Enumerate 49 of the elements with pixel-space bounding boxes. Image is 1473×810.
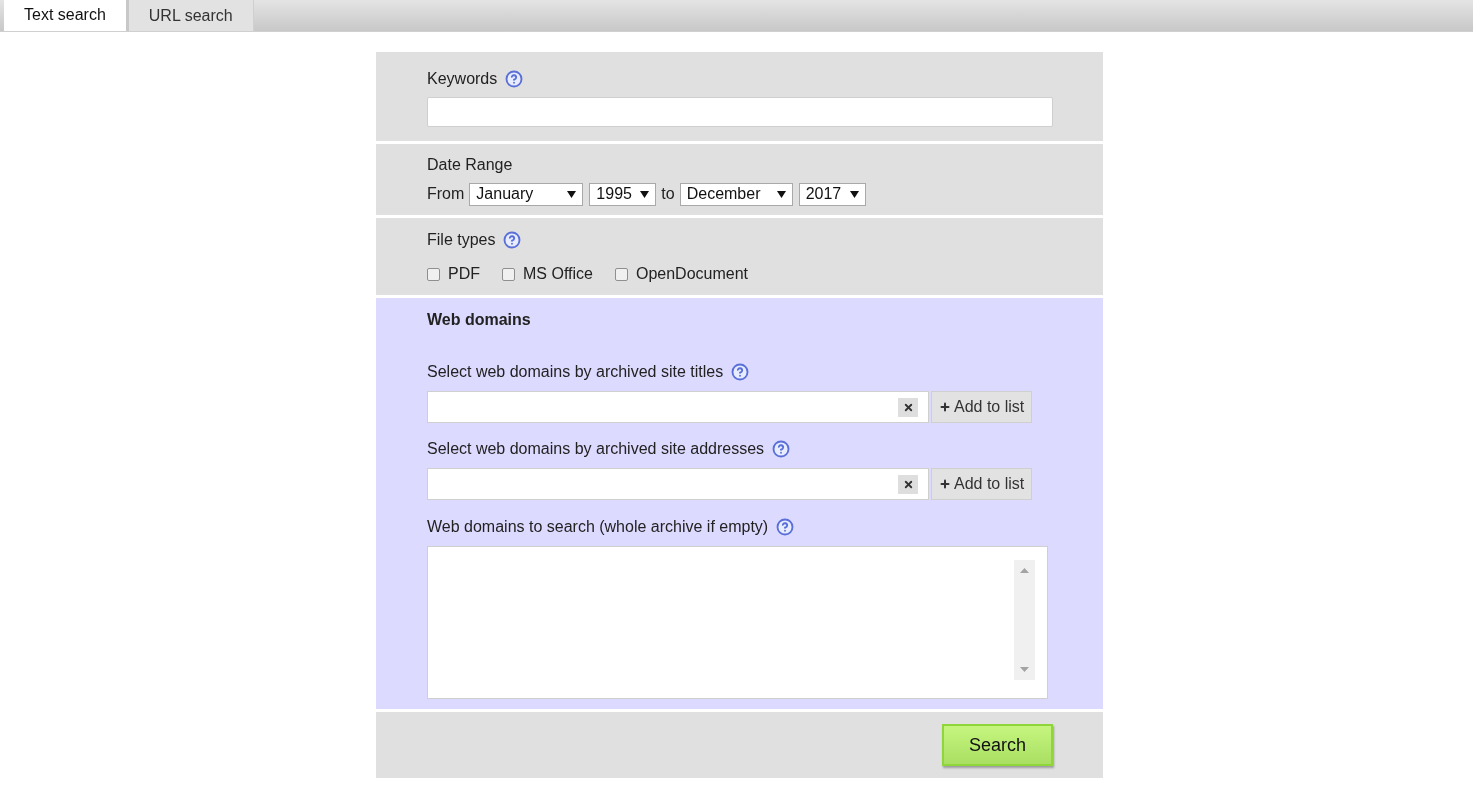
scrollbar[interactable] [1014,560,1035,680]
field-label: Select web domains by archived site addresses [427,439,765,459]
plus-icon [939,478,951,490]
from-label: From [427,184,465,204]
dropdown-value: January [476,184,534,204]
field-label: Select web domains by archived site titles [427,362,724,382]
dropdown[interactable]: December [679,182,793,206]
scroll-up-icon[interactable] [1020,568,1029,573]
checkbox-label: MS Office [523,264,593,284]
checkbox-label: PDF [448,264,480,284]
field-label: File types [427,230,496,250]
plus-icon [939,401,951,413]
dropdown[interactable]: January [469,182,584,206]
dropdown-value: 2017 [805,184,842,204]
scroll-down-icon[interactable] [1020,667,1029,672]
clear-button[interactable] [898,474,918,494]
field-label: Web domains to search (whole archive if empty) [427,517,769,537]
help-icon[interactable] [772,440,791,458]
help-icon[interactable] [731,363,750,381]
checkbox[interactable] [427,267,440,281]
caret-icon [567,190,577,198]
dropdown-value: 1995 [596,184,632,204]
dropdown[interactable]: 1995 [589,182,657,206]
section-title: Web domains [427,310,532,330]
caret-icon [640,190,650,198]
search-button[interactable]: Search [942,724,1053,766]
help-icon[interactable] [505,70,524,88]
help-icon[interactable] [503,231,522,249]
keywords-input[interactable] [427,97,1053,127]
dropdown-value: December [686,184,761,204]
clear-button[interactable] [898,397,918,417]
help-icon[interactable] [776,518,795,536]
field-label: Date Range [427,156,513,173]
to-label: to [661,184,675,204]
add-to-list-button[interactable]: Add to list [931,468,1033,500]
dropdown[interactable]: 2017 [798,182,866,206]
tab[interactable]: URL search [128,0,254,31]
caret-icon [849,190,859,198]
domain-input[interactable] [427,468,929,500]
checkbox[interactable] [614,267,628,281]
add-to-list-button[interactable]: Add to list [931,391,1033,423]
domain-input[interactable] [427,391,929,423]
field-label: Keywords [427,69,498,89]
caret-icon [776,190,786,198]
checkbox-label: OpenDocument [635,264,748,284]
clear-icon [902,401,914,413]
checkbox[interactable] [502,267,515,281]
clear-icon [902,478,914,490]
tab[interactable]: Text search [4,0,129,31]
